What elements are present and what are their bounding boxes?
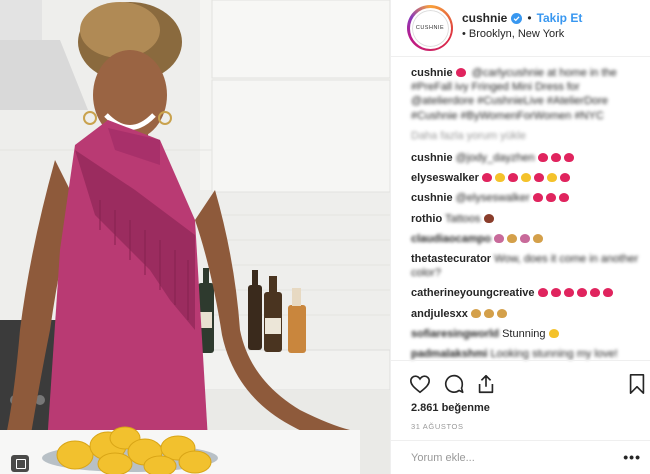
emoji-icon bbox=[533, 233, 544, 243]
heart-emoji-icon bbox=[537, 153, 548, 163]
heart-emoji-icon bbox=[563, 153, 574, 163]
yellow-heart-emoji-icon bbox=[520, 173, 531, 183]
heart-emoji-icon bbox=[563, 288, 574, 298]
comment-username[interactable]: sofiaresingworld bbox=[411, 328, 499, 340]
comment-username[interactable]: elyseswalker bbox=[411, 172, 479, 184]
load-more-comments-button[interactable]: Daha fazla yorum yükle bbox=[411, 129, 639, 143]
clapping-emoji-icon bbox=[496, 308, 507, 318]
caption-username[interactable]: cushnie bbox=[411, 67, 453, 79]
comment-item: catherineyoungcreative bbox=[411, 286, 639, 300]
comment-item: elyseswalker bbox=[411, 171, 639, 185]
heart-emoji-icon bbox=[507, 173, 518, 183]
comment-username[interactable]: cushnie bbox=[411, 192, 453, 204]
multiple-photos-icon bbox=[11, 455, 29, 472]
location-link[interactable]: • Brooklyn, New York bbox=[462, 28, 564, 40]
post-actions bbox=[391, 360, 650, 400]
heart-emoji-icon bbox=[550, 288, 561, 298]
emoji-icon bbox=[520, 233, 531, 243]
comment-item: claudiaocampo bbox=[411, 232, 639, 246]
heart-emoji-icon bbox=[589, 288, 600, 298]
heart-emoji-icon bbox=[576, 288, 587, 298]
heart-emoji-icon bbox=[532, 193, 543, 203]
verified-badge-icon bbox=[511, 12, 523, 24]
follow-button[interactable]: Takip Et bbox=[537, 11, 583, 25]
comment-input[interactable] bbox=[411, 452, 611, 464]
heart-emoji-icon bbox=[602, 288, 613, 298]
caption: cushnie @carlycushnie at home in the #Pr… bbox=[411, 66, 639, 123]
heart-eyes-emoji-icon bbox=[548, 328, 559, 338]
clapping-emoji-icon bbox=[483, 308, 494, 318]
post-date: 31 AĞUSTOS bbox=[411, 422, 464, 431]
comment-username[interactable]: padmalakshmi bbox=[411, 348, 487, 360]
clapping-emoji-icon bbox=[470, 308, 481, 318]
heart-emoji-icon bbox=[550, 153, 561, 163]
comment-item: rothio Tattoos bbox=[411, 212, 639, 226]
comments-list: cushnie @carlycushnie at home in the #Pr… bbox=[411, 66, 639, 367]
bookmark-icon[interactable] bbox=[626, 373, 648, 395]
comment-item: sofiaresingworld Stunning bbox=[411, 327, 639, 341]
comment-username[interactable]: claudiaocampo bbox=[411, 233, 491, 245]
comment-username[interactable]: catherineyoungcreative bbox=[411, 287, 535, 299]
heart-emoji-icon bbox=[545, 193, 556, 203]
share-icon[interactable] bbox=[475, 373, 497, 395]
heart-icon[interactable] bbox=[409, 373, 431, 395]
yellow-heart-emoji-icon bbox=[546, 173, 557, 183]
emoji-icon bbox=[494, 233, 505, 243]
location-text: Brooklyn, New York bbox=[468, 28, 565, 40]
yellow-heart-emoji-icon bbox=[494, 173, 505, 183]
comment-username[interactable]: andjulesxx bbox=[411, 308, 468, 320]
likes-count[interactable]: 2.861 beğenme bbox=[411, 402, 490, 414]
emoji-icon bbox=[507, 233, 518, 243]
comment-username[interactable]: rothio bbox=[411, 213, 442, 225]
comment-text: Tattoos bbox=[445, 212, 481, 225]
red-heart-emoji-icon bbox=[455, 68, 466, 77]
username-link[interactable]: cushnie bbox=[462, 11, 507, 25]
avatar-logo: CUSHNIE bbox=[409, 7, 451, 49]
comment-form: ••• bbox=[391, 440, 650, 474]
comment-bubble-icon[interactable] bbox=[443, 373, 465, 395]
heart-emoji-icon bbox=[533, 173, 544, 183]
comment-item: cushnie @jody_dayzhen bbox=[411, 151, 639, 165]
comment-text: Stunning bbox=[502, 327, 546, 340]
comment-text: @elyseswalker bbox=[455, 192, 530, 205]
heart-emoji-icon bbox=[481, 173, 492, 183]
heart-emoji-icon bbox=[558, 193, 569, 203]
comment-text: @jody_dayzhen bbox=[455, 152, 535, 165]
comment-username[interactable]: thetastecurator bbox=[411, 253, 491, 265]
emoji-icon bbox=[483, 213, 494, 223]
user-line: cushnie • Takip Et bbox=[462, 11, 582, 25]
more-options-icon[interactable]: ••• bbox=[623, 449, 641, 465]
post-side-panel: CUSHNIE cushnie • Takip Et • Brooklyn, N… bbox=[390, 0, 650, 474]
comment-item: andjulesxx bbox=[411, 307, 639, 321]
location-dot: • bbox=[462, 28, 466, 40]
separator-dot: • bbox=[527, 11, 532, 25]
profile-avatar[interactable]: CUSHNIE bbox=[407, 5, 453, 51]
comment-item: cushnie @elyseswalker bbox=[411, 191, 639, 205]
comment-text: Looking stunning my love! bbox=[490, 348, 618, 361]
heart-emoji-icon bbox=[537, 288, 548, 298]
post-header: CUSHNIE cushnie • Takip Et • Brooklyn, N… bbox=[391, 0, 650, 57]
heart-emoji-icon bbox=[559, 173, 570, 183]
comment-username[interactable]: cushnie bbox=[411, 152, 453, 164]
post-photo[interactable] bbox=[0, 0, 390, 474]
comment-item: thetastecurator Wow, does it come in ano… bbox=[411, 252, 639, 280]
photo-illustration bbox=[0, 0, 390, 474]
